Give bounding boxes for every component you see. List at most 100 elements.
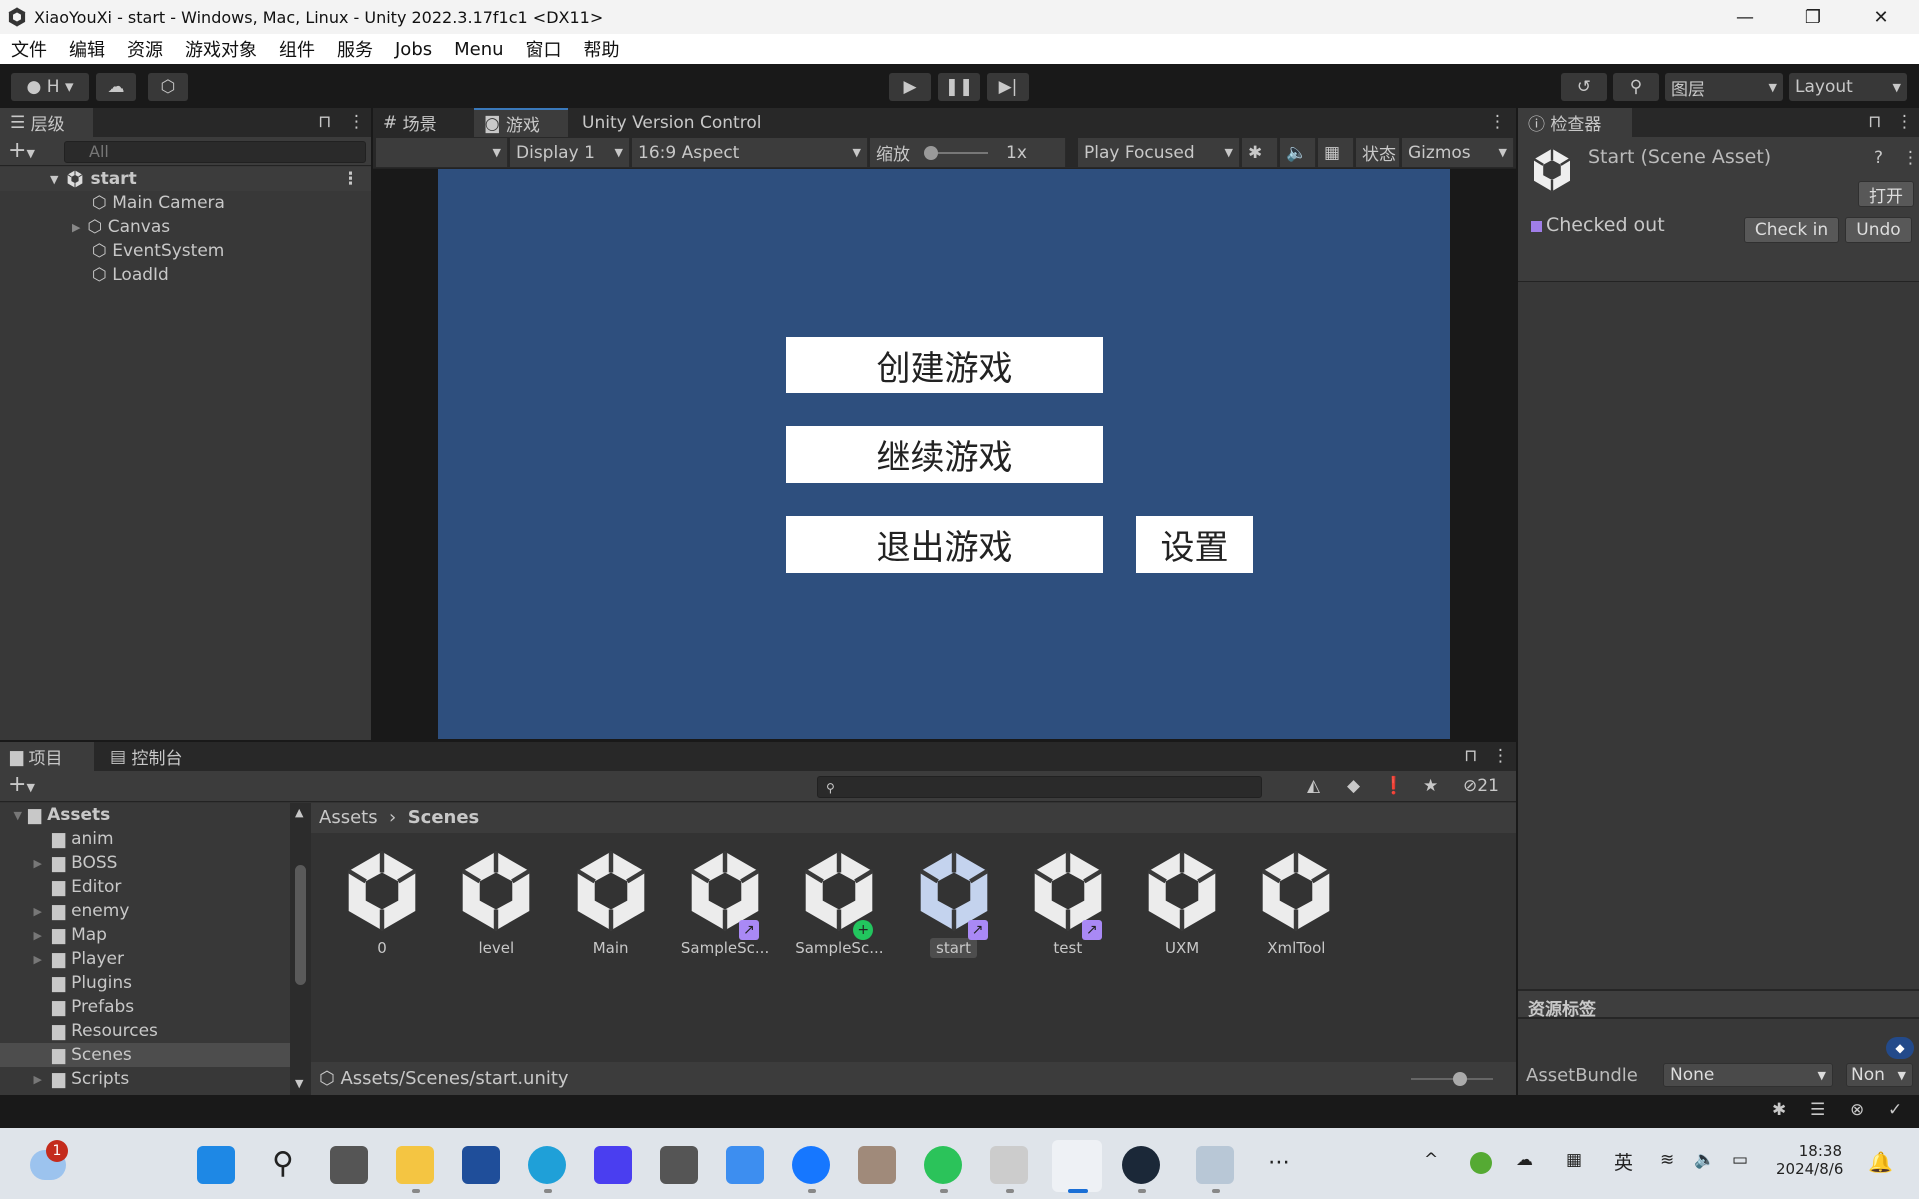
tree-scrollbar[interactable]: ▲ ▼ <box>290 803 311 1095</box>
hierarchy-item[interactable]: ▶ ⬡ Canvas <box>0 215 170 239</box>
asset-item[interactable]: + SampleSc... <box>789 850 889 958</box>
hidden-packages-toggle[interactable]: ⊘21 <box>1463 776 1499 796</box>
add-button[interactable]: +▼ <box>8 138 35 163</box>
play-button[interactable]: ▶ <box>889 73 931 101</box>
app-icon[interactable] <box>594 1146 632 1184</box>
layout-dropdown[interactable]: Layout ▼ <box>1789 73 1907 101</box>
play-mode-dropdown[interactable]: Play Focused ▼ <box>1078 138 1240 167</box>
asset-item[interactable]: ↗ test <box>1018 850 1118 958</box>
onedrive-icon[interactable]: ☁ <box>1516 1150 1533 1170</box>
keyboard-icon[interactable]: ▦ <box>1566 1150 1582 1170</box>
menu-file[interactable]: 文件 <box>0 36 58 62</box>
folder-tree-item[interactable]: ▆ Prefabs <box>0 995 290 1019</box>
close-button[interactable]: ✕ <box>1852 0 1910 34</box>
folder-tree-item[interactable]: ▼ ▆ Assets <box>0 803 290 827</box>
tab-project[interactable]: ▆ 项目 <box>0 742 94 771</box>
target-display-dropdown[interactable]: ▼ <box>376 138 508 167</box>
keyboard-icon[interactable]: ▦ <box>1318 138 1354 167</box>
store-icon[interactable] <box>462 1146 500 1184</box>
scroll-up-icon[interactable]: ▲ <box>295 806 303 819</box>
hierarchy-search-input[interactable]: All <box>64 141 366 163</box>
expand-arrow-icon[interactable]: ▶ <box>0 857 48 870</box>
menu-assets[interactable]: 资源 <box>116 36 174 62</box>
cloud-icon[interactable]: ☁ <box>96 73 136 101</box>
folder-tree-item[interactable]: ▶ ▆ Map <box>0 923 290 947</box>
app-icon[interactable] <box>726 1146 764 1184</box>
tab-game[interactable]: ◙ 游戏 <box>474 108 568 137</box>
tab-console[interactable]: ▤ 控制台 <box>100 742 192 771</box>
kugou-icon[interactable] <box>792 1146 830 1184</box>
stats-button[interactable]: 状态 <box>1356 138 1400 167</box>
lock-icon[interactable]: ⊓ <box>318 112 331 132</box>
unity-editor-icon[interactable] <box>1052 1140 1102 1192</box>
folder-tree-item[interactable]: ▶ ▆ Scripts <box>0 1067 290 1091</box>
folder-tree-item[interactable]: ▆ Editor <box>0 875 290 899</box>
folder-tree-item[interactable]: ▆ anim <box>0 827 290 851</box>
filter-warning-icon[interactable]: ❗ <box>1383 776 1404 796</box>
display-dropdown[interactable]: Display 1 ▼ <box>510 138 630 167</box>
settings-button[interactable]: 设置 <box>1136 516 1253 573</box>
scene-row[interactable]: ▼ start ⋮ <box>0 167 371 191</box>
create-button[interactable]: +▼ <box>8 772 35 797</box>
file-explorer-icon[interactable] <box>396 1146 434 1184</box>
expand-arrow-icon[interactable]: ▶ <box>0 953 48 966</box>
more-icon[interactable]: ⋮ <box>348 112 365 132</box>
tab-hierarchy[interactable]: ☰ 层级 <box>0 108 93 137</box>
menu-component[interactable]: 组件 <box>268 36 326 62</box>
menu-services[interactable]: 服务 <box>326 36 384 62</box>
undo-button[interactable]: Undo <box>1845 217 1912 243</box>
auto-generate-lighting-icon[interactable]: ⊗ <box>1850 1100 1864 1120</box>
menu-menu[interactable]: Menu <box>443 39 514 60</box>
monitor-icon[interactable] <box>1196 1146 1234 1184</box>
continue-game-button[interactable]: 继续游戏 <box>786 426 1103 483</box>
more-icon[interactable]: ⋮ <box>1896 112 1913 132</box>
gizmos-dropdown[interactable]: Gizmos ▼ <box>1402 138 1514 167</box>
search-icon[interactable]: ⚲ <box>1613 73 1659 101</box>
scale-slider-handle[interactable] <box>924 146 938 160</box>
scrollbar-thumb[interactable] <box>295 865 306 985</box>
start-icon[interactable] <box>197 1146 235 1184</box>
tab-inspector[interactable]: ⓘ 检查器 <box>1518 108 1632 137</box>
variant-dropdown[interactable]: Non ▼ <box>1846 1063 1913 1087</box>
asset-item[interactable]: UXM <box>1132 850 1232 958</box>
expand-arrow-icon[interactable]: ▶ <box>0 905 48 918</box>
step-button[interactable]: ▶| <box>987 73 1029 101</box>
asset-item[interactable]: Main <box>561 850 661 958</box>
more-icon[interactable]: ⋮ <box>1492 746 1509 766</box>
more-icon[interactable]: ⋮ <box>1489 112 1506 132</box>
game-icon[interactable] <box>858 1146 896 1184</box>
icon-size-slider[interactable] <box>1411 1078 1493 1080</box>
minimize-button[interactable]: — <box>1716 0 1774 34</box>
asset-item[interactable]: level <box>446 850 546 958</box>
folder-tree-item[interactable]: ▶ ▆ Player <box>0 947 290 971</box>
wechat-icon[interactable] <box>924 1146 962 1184</box>
edge-icon[interactable] <box>528 1146 566 1184</box>
layers-dropdown[interactable]: 图层 ▼ <box>1665 73 1783 101</box>
unity-hub-icon[interactable] <box>660 1146 698 1184</box>
tray-chevron-icon[interactable]: ^ <box>1424 1150 1438 1170</box>
check-in-button[interactable]: Check in <box>1744 217 1839 243</box>
more-apps-icon[interactable]: ⋯ <box>1268 1150 1290 1175</box>
hierarchy-item[interactable]: ⬡ Main Camera <box>0 191 225 215</box>
asset-item[interactable]: ↗ start <box>904 850 1004 958</box>
tray-app-icon[interactable] <box>1470 1152 1492 1174</box>
asset-item[interactable]: XmlTool <box>1246 850 1346 958</box>
services-icon[interactable]: ⬡ <box>148 73 188 101</box>
assetbundle-dropdown[interactable]: None ▼ <box>1663 1063 1833 1087</box>
label-tag-icon[interactable]: ◆ <box>1886 1037 1914 1059</box>
search-icon[interactable]: ⚲ <box>264 1146 302 1184</box>
folder-tree-item[interactable]: ▶ ▆ enemy <box>0 899 290 923</box>
hierarchy-item[interactable]: ⬡ EventSystem <box>0 239 224 263</box>
maximize-button[interactable]: ❐ <box>1784 0 1842 34</box>
settings-more-icon[interactable]: ⋮ <box>1902 148 1919 168</box>
menu-gameobject[interactable]: 游戏对象 <box>174 36 268 62</box>
clock[interactable]: 18:38 2024/8/6 <box>1776 1142 1843 1178</box>
unity-icon[interactable] <box>990 1146 1028 1184</box>
expand-arrow-icon[interactable]: ▶ <box>72 221 87 234</box>
lock-icon[interactable]: ⊓ <box>1464 746 1477 766</box>
menu-window[interactable]: 窗口 <box>515 36 573 62</box>
menu-help[interactable]: 帮助 <box>573 36 631 62</box>
history-icon[interactable]: ↺ <box>1561 73 1607 101</box>
bug-icon[interactable]: ✱ <box>1242 138 1278 167</box>
notification-bell-icon[interactable]: 🔔 <box>1868 1150 1893 1174</box>
